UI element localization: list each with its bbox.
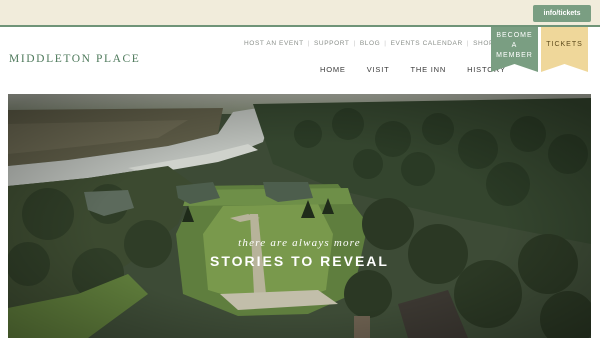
tickets-banner[interactable]: TICKETS	[541, 27, 588, 72]
site-header: MIDDLETON PLACE HOST AN EVENT | SUPPORT …	[0, 27, 600, 92]
utility-nav: HOST AN EVENT | SUPPORT | BLOG | EVENTS …	[244, 40, 494, 47]
tickets-banner-label: TICKETS	[546, 41, 583, 48]
hero-aerial-image: there are always more STORIES TO REVEAL	[8, 94, 591, 338]
hero-tagline-small: there are always more	[238, 237, 361, 249]
site-logo[interactable]: MIDDLETON PLACE	[9, 53, 140, 65]
util-nav-host-event[interactable]: HOST AN EVENT	[244, 40, 304, 47]
nav-separator: |	[307, 40, 310, 47]
top-utility-bar: info/tickets	[0, 0, 600, 27]
aerial-landscape-illustration	[8, 94, 591, 338]
main-nav-home[interactable]: HOME	[320, 65, 346, 74]
util-nav-events-calendar[interactable]: EVENTS CALENDAR	[391, 40, 463, 47]
become-member-banner[interactable]: BECOME A MEMBER	[491, 27, 538, 72]
info-tickets-button[interactable]: info/tickets	[533, 5, 591, 22]
nav-separator: |	[466, 40, 470, 47]
util-nav-blog[interactable]: BLOG	[360, 40, 380, 47]
nav-separator: |	[384, 40, 387, 47]
util-nav-support[interactable]: SUPPORT	[314, 40, 350, 47]
member-banner-label: BECOME A MEMBER	[496, 32, 533, 59]
main-nav-visit[interactable]: VISIT	[367, 65, 390, 74]
main-nav-the-inn[interactable]: THE INN	[410, 65, 446, 74]
nav-separator: |	[353, 40, 356, 47]
hero-tagline-large: STORIES TO REVEAL	[210, 253, 389, 269]
